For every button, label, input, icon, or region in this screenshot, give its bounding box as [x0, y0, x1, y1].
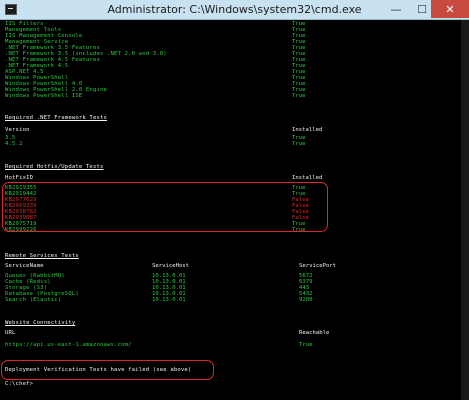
- console-scrollbar[interactable]: [461, 20, 469, 400]
- section-heading: Website Connectivity: [5, 320, 76, 326]
- feature-status: True: [292, 93, 306, 99]
- column-header: Reachable: [299, 330, 330, 336]
- table-cell: True: [292, 141, 306, 147]
- table-cell: 4.5.2: [5, 141, 23, 147]
- section-heading: Remote Services Tests: [5, 253, 79, 259]
- hotfix-highlight-annotation: [2, 182, 328, 232]
- failure-highlight-annotation: [1, 360, 214, 380]
- column-header: ServiceHost: [152, 263, 190, 269]
- table-cell: https://api.us-east-1.amazonaws.com/: [5, 342, 132, 348]
- column-header: Installed: [292, 175, 323, 181]
- column-header: ServiceName: [5, 263, 44, 269]
- title-bar: Administrator: C:\Windows\system32\cmd.e…: [0, 0, 469, 20]
- table-cell: 9200: [299, 297, 313, 303]
- table-cell: 10.13.0.01: [152, 297, 186, 303]
- table-cell: Search (Elastic): [5, 297, 62, 303]
- command-prompt[interactable]: C:\chef>: [5, 381, 33, 387]
- column-header: Installed: [292, 127, 323, 133]
- column-header: URL: [5, 330, 16, 336]
- feature-name: Windows PowerShell ISE: [5, 93, 83, 99]
- column-header: ServicePort: [299, 263, 337, 269]
- console-output[interactable]: IIS Filters True Management Tools True IIS…: [0, 20, 469, 400]
- table-cell: True: [299, 342, 313, 348]
- column-header: HotFixID: [5, 175, 34, 181]
- section-heading: Required Hotfix/Update Tests: [5, 164, 104, 170]
- column-header: Version: [5, 127, 30, 133]
- section-heading: Required .NET Framework Tests: [5, 115, 108, 121]
- close-button[interactable]: ✕: [431, 0, 469, 18]
